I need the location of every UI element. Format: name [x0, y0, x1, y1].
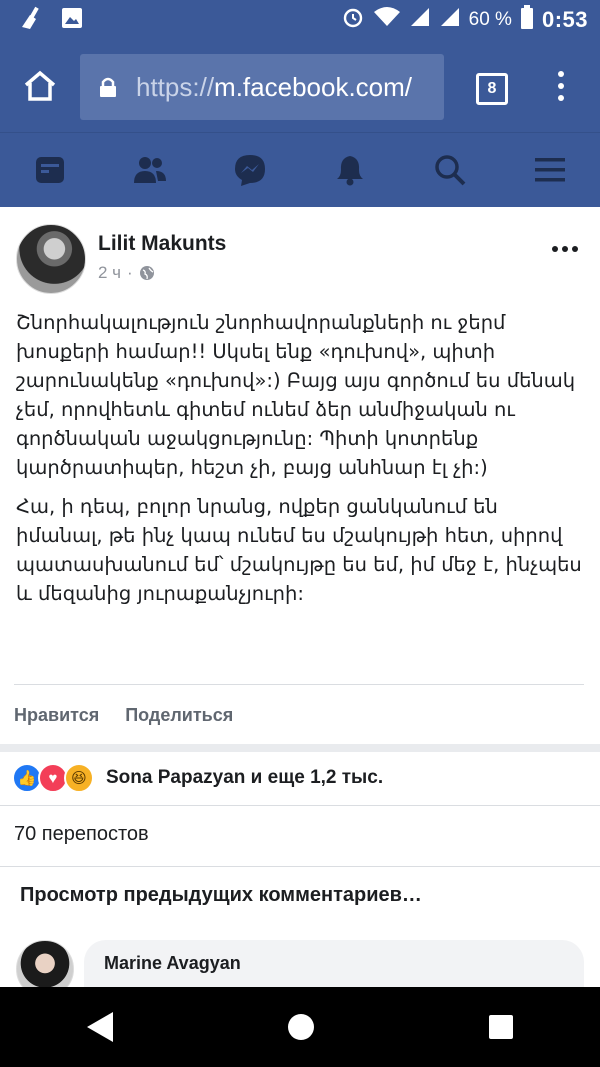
author-avatar[interactable]	[16, 224, 86, 294]
alarm-icon	[341, 5, 365, 35]
post-paragraph: Շնորհակալություն շնորհավորանքների ու ջեր…	[16, 311, 576, 479]
post-actions: Нравится Поделиться	[0, 686, 600, 744]
wifi-icon	[373, 6, 401, 34]
cleaner-icon	[18, 5, 44, 36]
messenger-icon	[235, 155, 265, 186]
gallery-icon	[60, 6, 84, 35]
reaction-icons: 👍 ♥ 😆	[12, 763, 94, 793]
notifications-tab[interactable]	[300, 133, 400, 207]
hamburger-icon	[535, 158, 565, 182]
section-separator	[0, 744, 600, 752]
battery-icon	[520, 5, 534, 35]
back-icon[interactable]	[87, 1012, 114, 1042]
recent-apps-icon[interactable]	[488, 1015, 513, 1039]
menu-tab[interactable]	[500, 133, 600, 207]
tab-switcher-button[interactable]: 8	[476, 73, 508, 105]
haha-reaction-icon: 😆	[64, 763, 94, 793]
system-nav-bar	[0, 987, 600, 1067]
divider	[0, 866, 600, 867]
url-text: https://m.facebook.com/	[136, 72, 412, 103]
clock: 0:53	[541, 7, 588, 32]
home-icon	[24, 70, 56, 101]
divider	[14, 684, 584, 685]
globe-icon	[139, 266, 154, 280]
commenter-name[interactable]: Marine Avagyan	[104, 953, 241, 974]
divider	[0, 805, 600, 806]
reactions-summary[interactable]: 👍 ♥ 😆 Sona Papazyan и еще 1,2 тыс.	[0, 752, 600, 804]
browser-menu-button[interactable]	[546, 66, 576, 106]
messenger-tab[interactable]	[200, 133, 300, 207]
facebook-nav	[0, 132, 600, 207]
like-button[interactable]: Нравится	[14, 705, 99, 726]
bell-icon	[337, 156, 363, 186]
shares-count[interactable]: 70 перепостов	[14, 823, 149, 846]
news-feed-icon	[36, 157, 64, 183]
friends-icon	[134, 157, 166, 183]
post-options-button[interactable]	[552, 246, 578, 252]
news-feed-tab[interactable]	[0, 133, 100, 207]
post-paragraph: Հա, ի դեպ, բոլոր նրանց, ովքեր ցանկանում …	[16, 495, 582, 605]
view-previous-comments-link[interactable]: Просмотр предыдущих комментариев…	[20, 884, 422, 907]
post-header: Lilit Makunts 2 ч ·	[0, 206, 600, 296]
status-bar: 60 % 0:53	[0, 0, 600, 40]
home-button[interactable]	[0, 40, 80, 132]
post-time[interactable]: 2 ч	[98, 263, 121, 283]
friend-requests-tab[interactable]	[100, 133, 200, 207]
home-circle-icon[interactable]	[287, 1014, 314, 1040]
search-tab[interactable]	[400, 133, 500, 207]
battery-percent: 60 %	[468, 9, 512, 30]
author-name[interactable]: Lilit Makunts	[98, 232, 226, 256]
signal-icon	[409, 6, 431, 34]
browser-toolbar: https://m.facebook.com/ 8	[0, 40, 600, 132]
search-icon	[435, 155, 466, 186]
meta-separator: ·	[127, 263, 133, 282]
share-button[interactable]: Поделиться	[125, 705, 233, 726]
post-body: Շնորհակալություն շնորհավորանքների ու ջեր…	[16, 308, 586, 618]
reactions-text: Sona Papazyan и еще 1,2 тыс.	[106, 767, 384, 788]
lock-icon	[80, 76, 136, 98]
url-scheme: https://	[136, 71, 215, 102]
url-host: m.facebook.com/	[214, 71, 413, 102]
post-meta: 2 ч ·	[98, 263, 155, 283]
address-bar[interactable]: https://m.facebook.com/	[80, 54, 444, 120]
signal-icon	[439, 6, 461, 34]
